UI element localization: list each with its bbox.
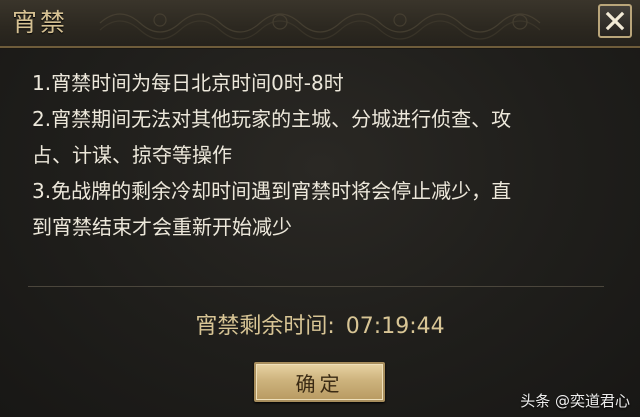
title-ornament-icon — [99, 13, 541, 40]
remaining-time: 宵禁剩余时间: 07:19:44 — [0, 310, 640, 344]
rule-line: 2.宵禁期间无法对其他玩家的主城、分城进行侦查、攻 — [32, 107, 512, 131]
rule-line: 到宵禁结束才会重新开始减少 — [32, 215, 292, 239]
rules-text: 1.宵禁时间为每日北京时间0时-8时 2.宵禁期间无法对其他玩家的主城、分城进行… — [32, 65, 612, 245]
rule-line: 3.免战牌的剩余冷却时间遇到宵禁时将会停止减少，直 — [32, 179, 512, 203]
close-icon — [605, 11, 625, 31]
rule-line: 1.宵禁时间为每日北京时间0时-8时 — [32, 71, 344, 95]
curfew-dialog: 宵禁 1.宵禁时间为每日北京时间0时-8时 2.宵禁期间无法对其他玩家的主城、分… — [0, 0, 640, 417]
divider — [28, 286, 604, 287]
confirm-button[interactable]: 确定 — [254, 362, 385, 402]
remaining-time-label: 宵禁剩余时间: — [195, 314, 335, 339]
watermark: 头条 @奕道君心 — [520, 392, 630, 410]
remaining-time-value: 07:19:44 — [345, 314, 445, 339]
title-bar: 宵禁 — [0, 0, 640, 48]
dialog-title: 宵禁 — [12, 8, 69, 37]
rule-line: 占、计谋、掠夺等操作 — [32, 143, 232, 167]
close-button[interactable] — [598, 4, 632, 38]
